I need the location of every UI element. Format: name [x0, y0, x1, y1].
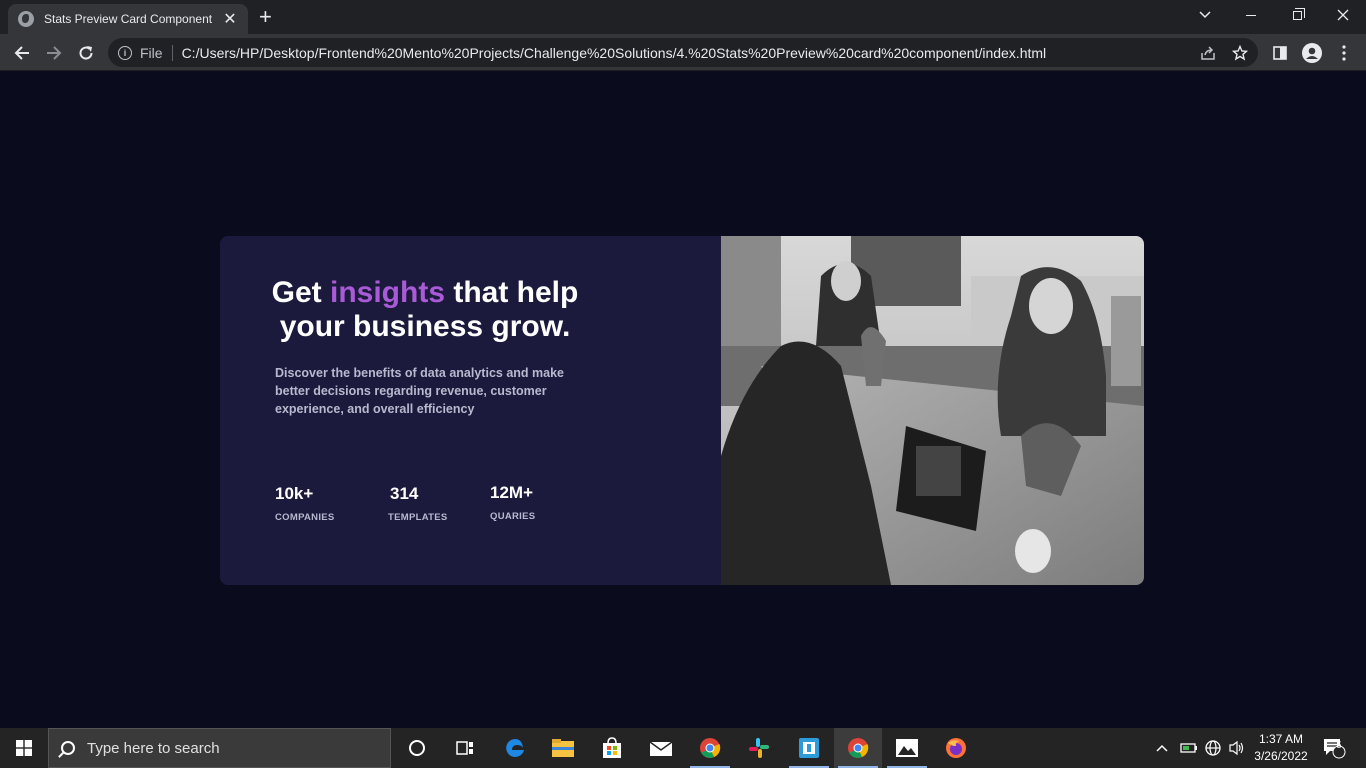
firefox-button[interactable] — [932, 728, 980, 768]
battery-status[interactable] — [1180, 728, 1198, 768]
taskbar: Type here to search 1:37 AM 3/26/2022 5 — [0, 728, 1366, 768]
file-explorer-icon — [552, 739, 574, 757]
chevron-up-icon — [1156, 744, 1168, 752]
search-icon — [61, 741, 75, 755]
minimize-icon — [1246, 14, 1256, 16]
share-icon — [1201, 46, 1215, 60]
taskbar-search[interactable]: Type here to search — [48, 728, 391, 768]
globe-network-icon — [1205, 740, 1221, 756]
start-button[interactable] — [0, 728, 48, 768]
headline-accent: insights — [330, 276, 446, 309]
minimize-button[interactable] — [1228, 0, 1274, 30]
browser-tab-bar: Stats Preview Card Component ✕ + — [0, 0, 1366, 34]
stat-label: QUARIES — [490, 511, 536, 522]
mail-button[interactable] — [637, 728, 685, 768]
globe-icon — [18, 11, 34, 27]
url-text[interactable]: C:/Users/HP/Desktop/Frontend%20Mento%20P… — [182, 45, 1047, 61]
stat-queries: 12M+ QUARIES — [490, 483, 535, 522]
chrome-active-button[interactable] — [834, 728, 882, 768]
browser-toolbar: i File C:/Users/HP/Desktop/Frontend%20Me… — [0, 34, 1366, 71]
scheme-label: File — [140, 44, 163, 61]
stat-value: 12M+ — [490, 483, 533, 502]
firefox-icon — [946, 738, 966, 758]
reload-icon — [79, 46, 93, 60]
address-divider — [171, 44, 173, 61]
store-icon — [603, 737, 621, 758]
task-view-button[interactable] — [441, 728, 489, 768]
stat-label: TEMPLATES — [388, 512, 448, 523]
stat-value: 10k+ — [275, 484, 314, 503]
tab-title: Stats Preview Card Component — [44, 12, 213, 26]
menu-button[interactable] — [1332, 41, 1356, 65]
chrome-icon — [700, 738, 721, 758]
notification-center[interactable]: 5 — [1322, 728, 1346, 768]
profile-button[interactable] — [1300, 41, 1324, 65]
app-icon — [799, 738, 819, 758]
app-button[interactable] — [785, 728, 833, 768]
taskbar-clock[interactable]: 1:37 AM 3/26/2022 — [1250, 731, 1312, 765]
store-button[interactable] — [588, 728, 636, 768]
card-content: Get insights that help your business gro… — [220, 236, 721, 585]
profile-icon — [1302, 43, 1322, 63]
share-button[interactable] — [1196, 41, 1220, 65]
slack-button[interactable] — [735, 728, 783, 768]
browser-tab[interactable]: Stats Preview Card Component ✕ — [8, 4, 248, 34]
headline-start: Get — [271, 276, 330, 309]
restore-button[interactable] — [1274, 0, 1320, 30]
side-panel-button[interactable] — [1268, 41, 1292, 65]
file-explorer-button[interactable] — [539, 728, 587, 768]
bookmark-button[interactable] — [1228, 41, 1252, 65]
tray-chevron[interactable] — [1156, 728, 1168, 768]
chrome-button[interactable] — [686, 728, 734, 768]
close-tab-icon[interactable]: ✕ — [222, 9, 238, 29]
photos-button[interactable] — [883, 728, 931, 768]
arrow-left-icon — [14, 46, 29, 60]
card-headline: Get insights that help your business gro… — [270, 276, 580, 344]
stat-value: 314 — [390, 484, 419, 503]
address-bar[interactable]: i File C:/Users/HP/Desktop/Frontend%20Me… — [108, 38, 1258, 67]
arrow-right-icon — [47, 46, 62, 60]
speaker-icon — [1229, 740, 1244, 756]
tab-search-chevron-icon[interactable] — [1182, 0, 1228, 30]
network-status[interactable] — [1204, 728, 1222, 768]
chrome-icon — [848, 738, 869, 758]
info-icon[interactable]: i — [118, 45, 132, 60]
volume-control[interactable] — [1228, 728, 1246, 768]
search-placeholder: Type here to search — [87, 739, 220, 757]
cortana-button[interactable] — [393, 728, 441, 768]
star-icon — [1232, 45, 1248, 61]
photos-icon — [896, 739, 918, 757]
close-window-button[interactable] — [1320, 0, 1366, 30]
battery-icon — [1180, 743, 1197, 753]
notification-count: 5 — [1336, 740, 1342, 750]
cortana-icon — [409, 740, 425, 756]
new-tab-button[interactable]: + — [259, 6, 272, 28]
clock-date: 3/26/2022 — [1254, 749, 1308, 763]
more-vert-icon — [1342, 45, 1346, 61]
forward-button[interactable] — [42, 41, 66, 65]
clock-time: 1:37 AM — [1258, 732, 1304, 746]
stat-label: COMPANIES — [275, 512, 335, 523]
side-panel-icon — [1273, 46, 1287, 60]
close-icon — [1337, 9, 1349, 21]
stat-companies: 10k+ COMPANIES — [275, 484, 335, 523]
restore-icon — [1292, 7, 1305, 20]
windows-icon — [16, 740, 32, 756]
mail-icon — [649, 741, 673, 756]
edge-icon — [506, 739, 524, 757]
office-photo — [721, 236, 1144, 585]
back-button[interactable] — [10, 41, 34, 65]
stats-preview-card: Get insights that help your business gro… — [220, 236, 1144, 585]
edge-button[interactable] — [491, 728, 539, 768]
reload-button[interactable] — [74, 41, 98, 65]
stat-templates: 314 TEMPLATES — [388, 484, 448, 523]
card-description: Discover the benefits of data analytics … — [275, 366, 564, 416]
task-view-icon — [456, 741, 473, 755]
slack-icon — [749, 738, 769, 758]
